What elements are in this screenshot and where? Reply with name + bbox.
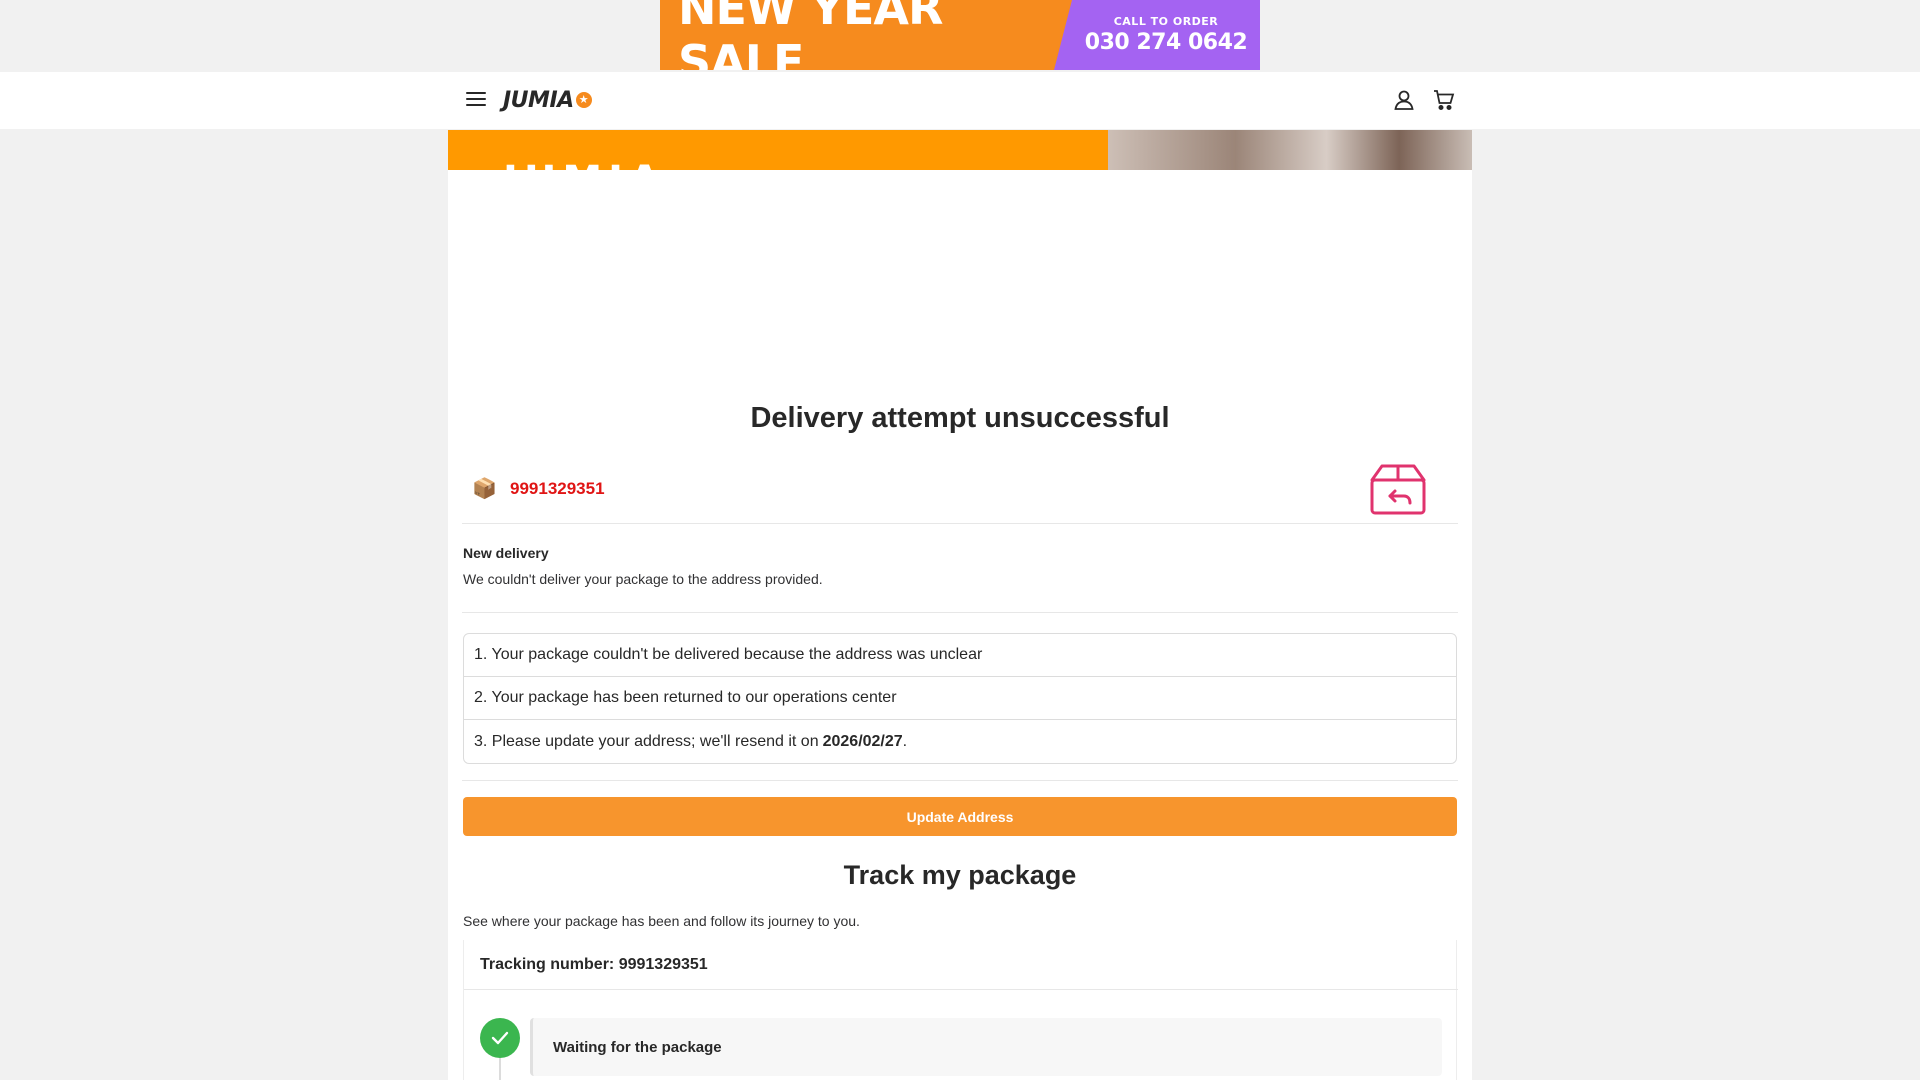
site-header: JUMIA ★ (0, 72, 1920, 129)
tracking-number: Tracking number: 9991329351 (464, 940, 1458, 990)
logo-star-icon: ★ (575, 92, 592, 108)
tracking-card: Tracking number: 9991329351 Waiting for … (463, 940, 1458, 1080)
hero-photo (1088, 130, 1472, 170)
delivery-step-1: 1. Your package couldn't be delivered be… (464, 634, 1456, 677)
promo-headline: NEW YEAR SALE (678, 0, 943, 70)
tracking-event-label: Waiting for the package (553, 1038, 722, 1056)
promo-call-label: CALL TO ORDER (1113, 15, 1219, 28)
cart-icon[interactable] (1432, 88, 1456, 112)
logo-text: JUMIA (503, 87, 574, 113)
menu-icon[interactable] (466, 92, 486, 108)
order-number: 9991329351 (510, 479, 605, 498)
account-icon[interactable] (1392, 88, 1416, 112)
delivery-step-2: 2. Your package has been returned to our… (464, 677, 1456, 720)
delivery-step-3: 3. Please update your address; we'll res… (464, 720, 1456, 763)
hero-logo-text: JUMIA (503, 158, 666, 170)
promo-banner[interactable]: NEW YEAR SALE CALL TO ORDER 030 274 0642 (660, 0, 1260, 70)
return-package-icon (1370, 464, 1426, 515)
step-text: 3. Please update your address; we'll res… (474, 732, 819, 750)
step-text: 2. Your package has been returned to our… (474, 689, 897, 706)
track-description: See where your package has been and foll… (463, 913, 860, 929)
timeline-line (499, 1058, 501, 1080)
update-address-button[interactable]: Update Address (463, 797, 1457, 836)
jumia-logo[interactable]: JUMIA ★ (503, 86, 592, 114)
step-text: 1. Your package couldn't be delivered be… (474, 646, 983, 663)
promo-call-area: CALL TO ORDER 030 274 0642 (1054, 0, 1260, 70)
resend-date: 2026/02/27 (822, 732, 903, 750)
page-title: Delivery attempt unsuccessful (750, 402, 1170, 434)
new-delivery-description: We couldn't deliver your package to the … (463, 571, 823, 587)
step-suffix: . (902, 732, 908, 750)
tracking-event: Waiting for the package (530, 1018, 1442, 1076)
delivery-steps-list: 1. Your package couldn't be delivered be… (463, 633, 1457, 764)
divider (462, 780, 1458, 781)
package-icon: 📦 (472, 478, 497, 500)
promo-headline-area: NEW YEAR SALE (660, 0, 1072, 70)
new-delivery-title: New delivery (463, 545, 549, 561)
order-row: 📦 9991329351 (462, 450, 1458, 524)
header-inner: JUMIA ★ (448, 72, 1472, 129)
check-icon (480, 1018, 520, 1058)
divider (462, 612, 1458, 613)
hero-banner: JUMIA (448, 130, 1472, 170)
track-title: Track my package (843, 860, 1077, 890)
promo-phone: 030 274 0642 (1084, 30, 1248, 55)
main-card: JUMIA Delivery attempt unsuccessful 📦 99… (448, 130, 1472, 1080)
